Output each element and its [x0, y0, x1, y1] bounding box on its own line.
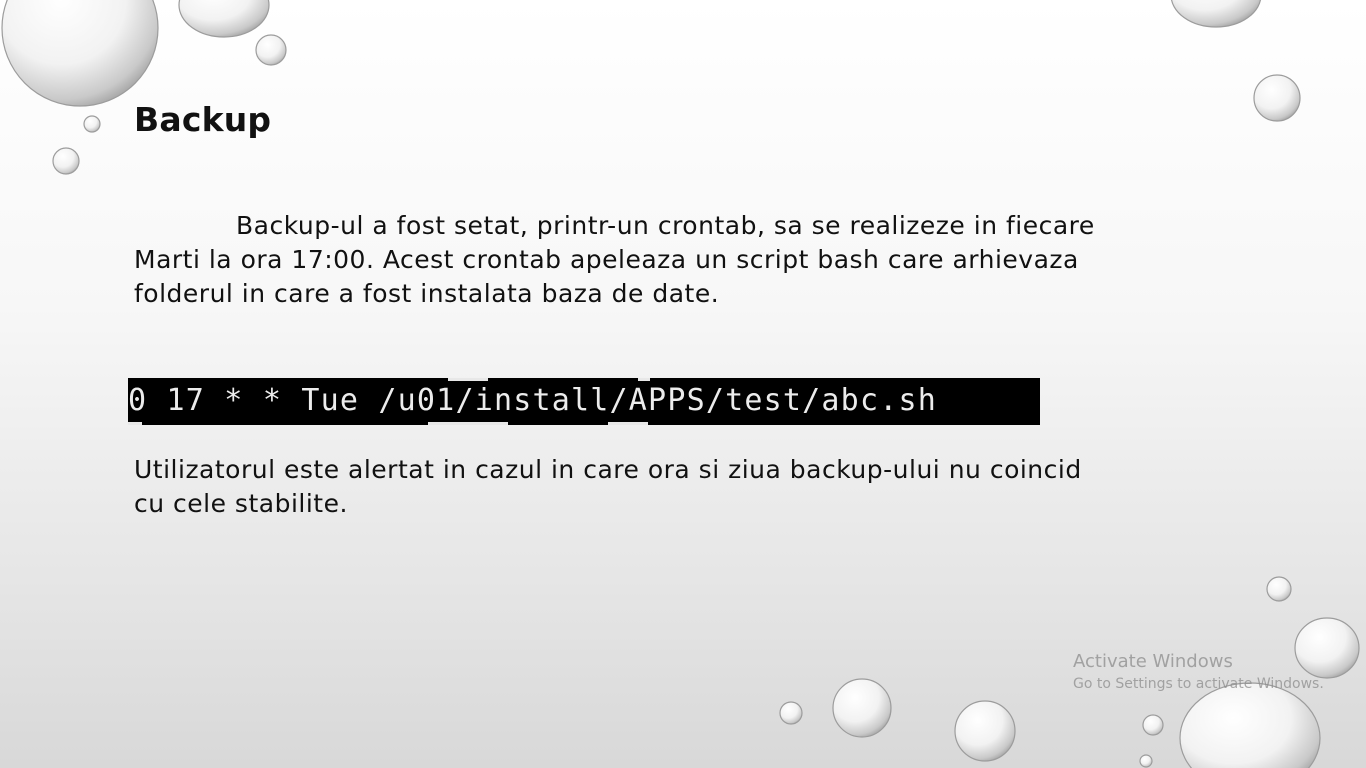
water-drop: [1253, 74, 1301, 122]
alert-paragraph: Utilizatorul este alertat in cazul in ca…: [134, 455, 1082, 518]
water-drop: [178, 0, 270, 38]
water-drop: [1266, 576, 1292, 602]
water-drop: [1139, 754, 1153, 768]
crontab-entry: 0 17 * * Tue /u01/install/APPS/test/abc.…: [128, 383, 937, 418]
water-drop: [1179, 682, 1321, 768]
watermark-subtitle: Go to Settings to activate Windows.: [1073, 676, 1324, 692]
water-drop: [1142, 714, 1164, 736]
water-drop: [779, 701, 803, 725]
water-drop: [255, 34, 287, 66]
water-drop: [1170, 0, 1262, 28]
water-drop: [832, 678, 892, 738]
presentation-slide: Backup Backup-ul a fost setat, printr-un…: [0, 0, 1366, 768]
slide-title: Backup: [134, 100, 272, 139]
water-drop: [52, 147, 80, 175]
water-drop: [954, 700, 1016, 762]
watermark-title: Activate Windows: [1073, 651, 1233, 672]
description-paragraph: Backup-ul a fost setat, printr-un cronta…: [134, 211, 1095, 308]
water-drop: [83, 115, 101, 133]
activation-watermark: Activate Windows Go to Settings to activ…: [1073, 650, 1324, 694]
crontab-screenshot: 0 17 * * Tue /u01/install/APPS/test/abc.…: [128, 378, 1040, 425]
water-drop: [1, 0, 159, 107]
